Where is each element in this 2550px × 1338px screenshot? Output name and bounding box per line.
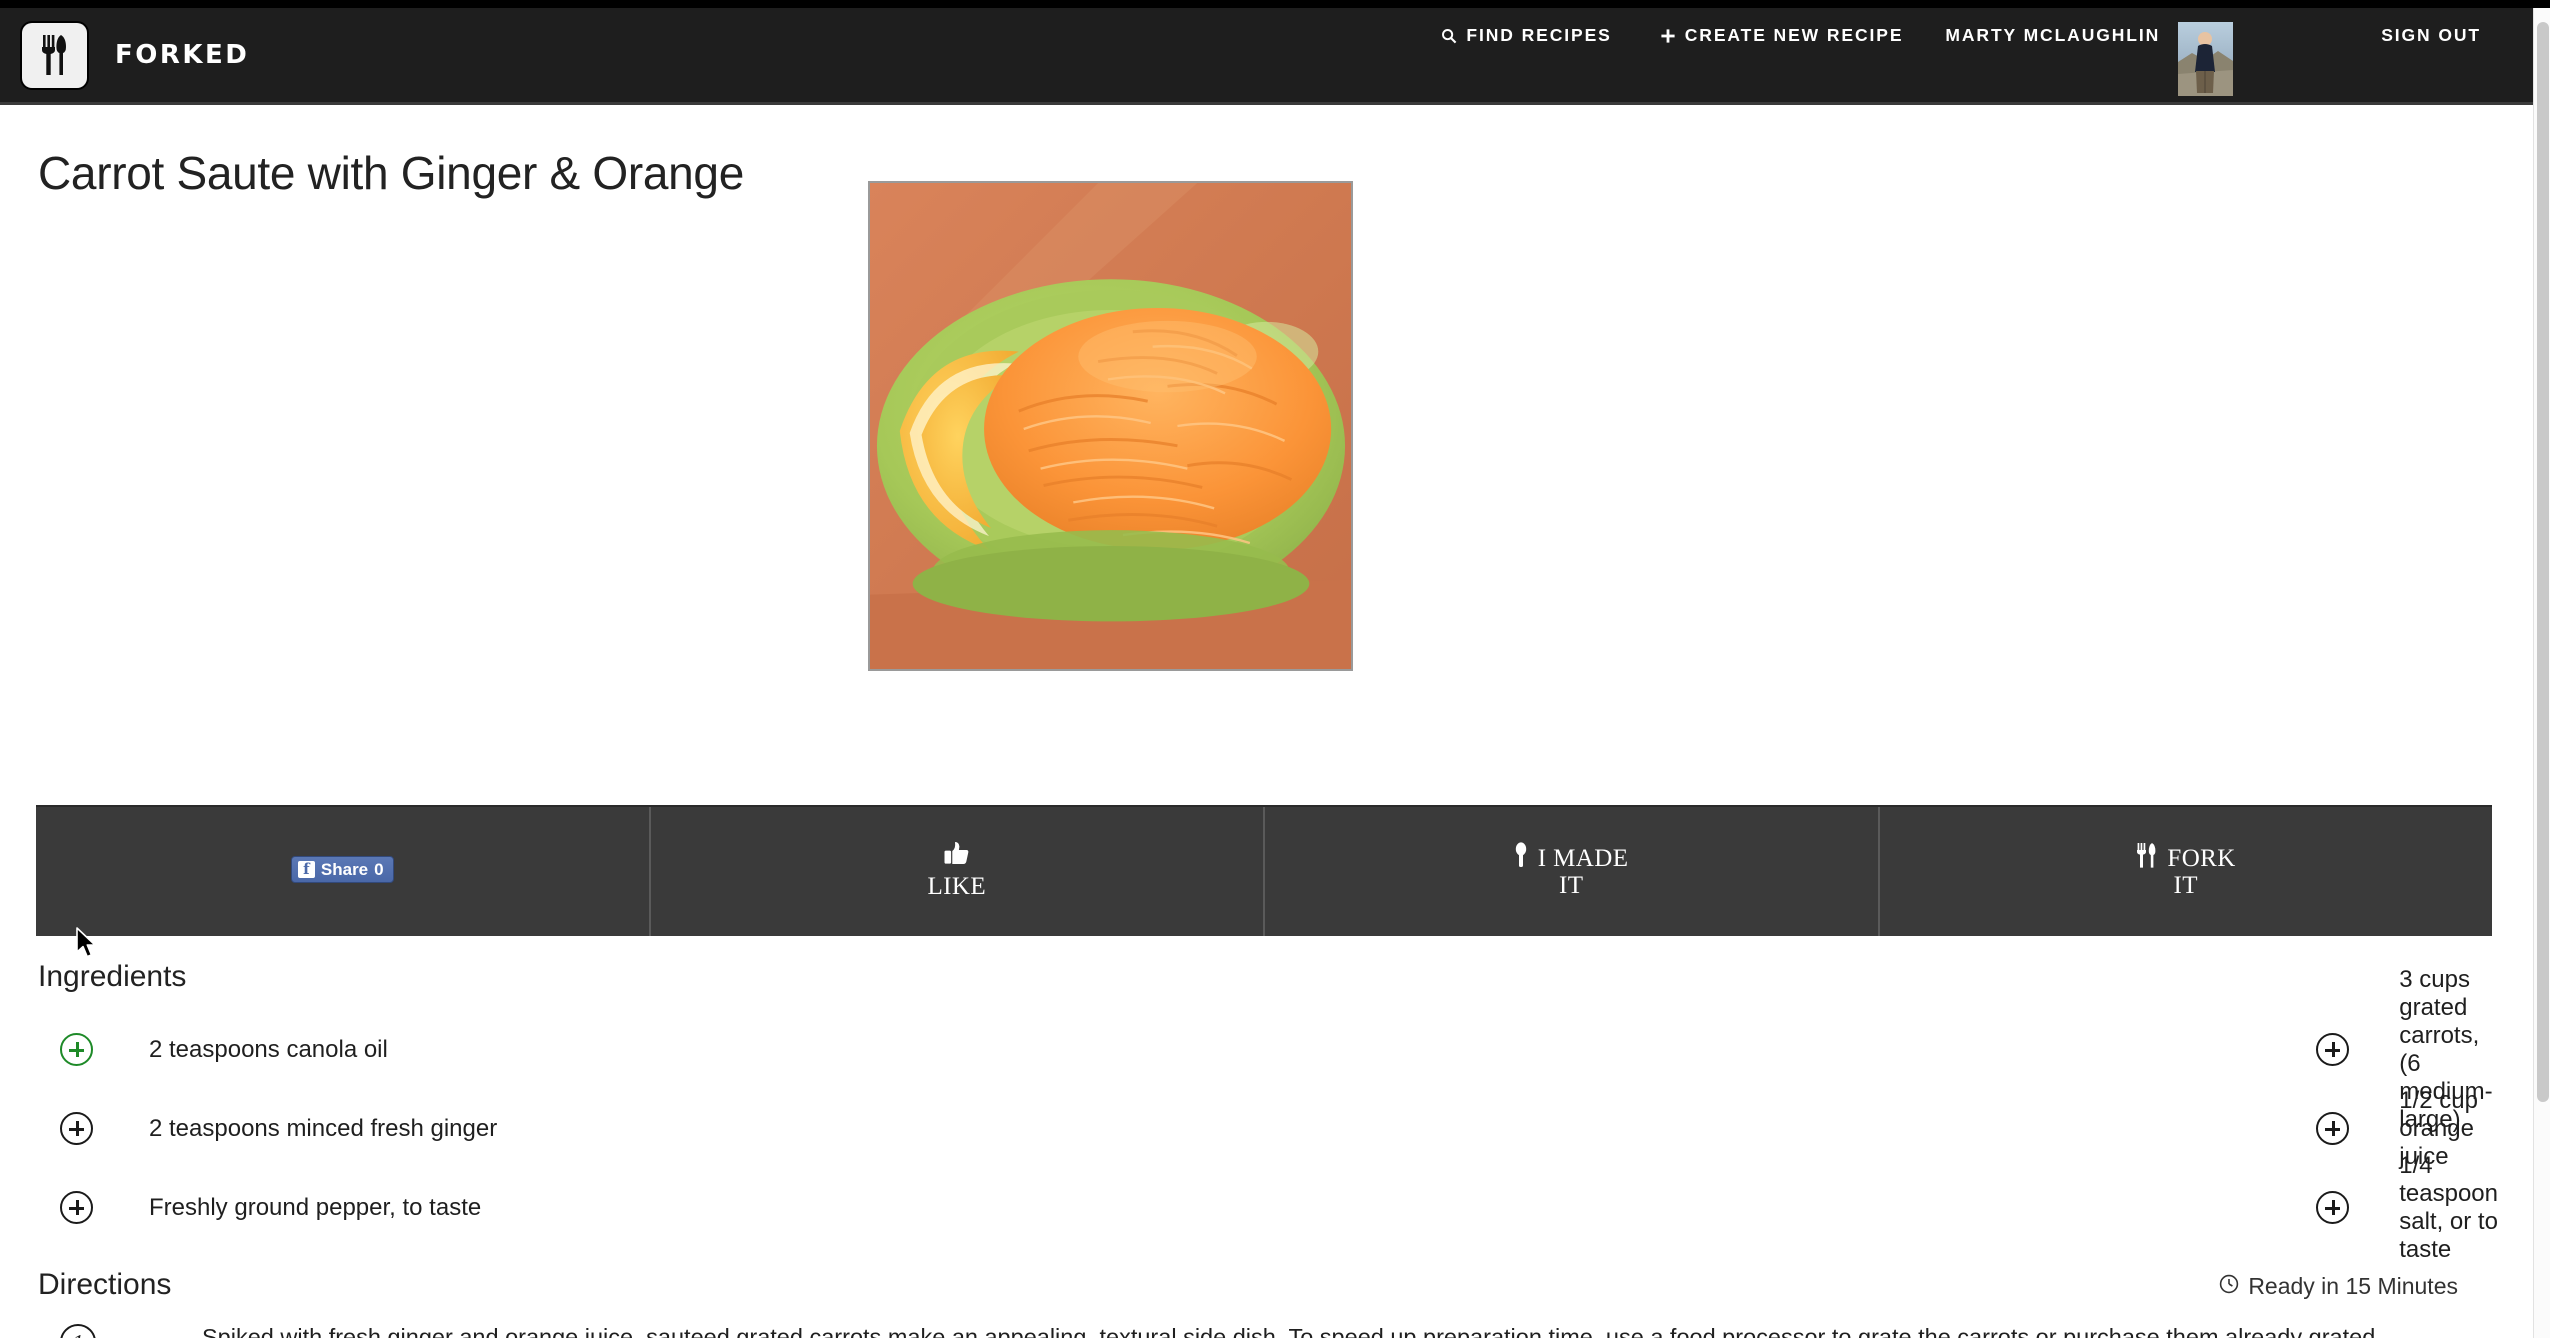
nav-find-recipes[interactable]: FIND RECIPES (1441, 25, 1611, 46)
ingredient-item[interactable]: Freshly ground pepper, to taste (38, 1168, 1049, 1247)
ingredients-column-left: 2 teaspoons canola oil 2 teaspoons mince… (38, 1010, 1049, 1247)
search-icon (1441, 28, 1457, 44)
scrollbar-thumb[interactable] (2537, 22, 2549, 1102)
ingredients-heading: Ingredients (38, 960, 187, 993)
add-ingredient-icon[interactable] (60, 1112, 93, 1145)
like-button[interactable]: LIKE (651, 807, 1265, 936)
ingredient-item[interactable]: 3 cups grated carrots, (6 medium-large) (1049, 966, 2498, 1133)
page-root: FORKED FIND RECIPES CREATE NEW RECIPE MA… (0, 0, 2550, 1338)
main-content: Carrot Saute with Ginger & Orange f Shar… (0, 108, 2533, 1338)
ingredient-text: 2 teaspoons minced fresh ginger (149, 1114, 498, 1142)
ingredients-grid: 2 teaspoons canola oil 2 teaspoons mince… (38, 966, 2498, 1263)
nav-create-new-recipe[interactable]: CREATE NEW RECIPE (1660, 25, 1904, 46)
page-title: Carrot Saute with Ginger & Orange (38, 147, 744, 199)
facebook-icon: f (297, 861, 315, 878)
ingredients-column-right: 3 cups grated carrots, (6 medium-large) … (1049, 966, 2498, 1263)
ingredient-text: Freshly ground pepper, to taste (149, 1193, 482, 1221)
fork-knife-icon (22, 22, 87, 88)
nav-create-new-recipe-label: CREATE NEW RECIPE (1684, 25, 1904, 45)
page-scrollbar[interactable] (2533, 8, 2550, 1338)
step-text: Spiked with fresh ginger and orange juic… (202, 1324, 2382, 1338)
fork-it-button[interactable]: FORK IT (1880, 807, 2493, 936)
sign-out-link[interactable]: SIGN OUT (2381, 25, 2481, 46)
plus-icon (1660, 28, 1676, 44)
recipe-hero: Carrot Saute with Ginger & Orange (0, 108, 2533, 671)
add-ingredient-icon[interactable] (2316, 1112, 2350, 1145)
thumbs-up-icon (944, 841, 970, 870)
browser-top-strip (0, 0, 2550, 8)
i-made-it-label: I MADE IT (1514, 841, 1628, 898)
spoon-icon (1514, 841, 1535, 874)
facebook-share-widget[interactable]: f Share 0 (290, 856, 394, 883)
fork-it-label: FORK IT (2136, 842, 2236, 898)
brand-home-link[interactable]: FORKED (22, 22, 250, 88)
nav-user-name-label: MARTY MCLAUGHLIN (1945, 25, 2161, 45)
ingredient-text: 1/4 teaspoon salt, or to taste (2399, 1151, 2498, 1263)
fork-knife-icon (2136, 842, 2165, 874)
add-ingredient-icon[interactable] (60, 1033, 93, 1066)
like-label: LIKE (927, 872, 987, 900)
brand-name: FORKED (115, 40, 250, 70)
step-number: 1 (60, 1324, 96, 1338)
ingredient-item[interactable]: 2 teaspoons canola oil (38, 1010, 1049, 1089)
directions-section: Directions Ready in 15 Minutes 1 Spiked … (38, 1268, 2498, 1338)
avatar[interactable] (2178, 22, 2234, 96)
nav-user-name[interactable]: MARTY MCLAUGHLIN (1945, 25, 2160, 46)
directions-header-row: Directions Ready in 15 Minutes (38, 1268, 2498, 1302)
facebook-share-button[interactable]: f Share 0 (36, 807, 651, 936)
recipe-photo (868, 181, 1353, 671)
facebook-share-count: 0 (374, 860, 384, 879)
i-made-it-button[interactable]: I MADE IT (1265, 807, 1880, 936)
ingredient-item[interactable]: 1/2 cup orange juice (1049, 1087, 2498, 1170)
sign-out-label: SIGN OUT (2381, 25, 2481, 45)
header-nav: FIND RECIPES CREATE NEW RECIPE MARTY MCL… (1441, 8, 2533, 102)
site-header: FORKED FIND RECIPES CREATE NEW RECIPE MA… (0, 8, 2533, 105)
add-ingredient-icon[interactable] (2316, 1033, 2350, 1066)
ingredient-item[interactable]: 2 teaspoons minced fresh ginger (38, 1089, 1049, 1168)
ingredient-text: 2 teaspoons canola oil (149, 1035, 388, 1063)
facebook-share-label: Share (320, 860, 369, 879)
direction-step: 1 Spiked with fresh ginger and orange ju… (38, 1324, 2498, 1338)
directions-heading: Directions (38, 1268, 172, 1301)
nav-find-recipes-label: FIND RECIPES (1466, 25, 1612, 45)
add-ingredient-icon[interactable] (60, 1191, 93, 1224)
ready-time-label: Ready in 15 Minutes (2248, 1273, 2458, 1299)
add-ingredient-icon[interactable] (2316, 1191, 2350, 1224)
ready-time-badge: Ready in 15 Minutes (2219, 1273, 2458, 1300)
recipe-action-bar: f Share 0 LIKE I MADE IT FORK IT (36, 805, 2492, 936)
ingredients-section: Ingredients 2 teaspoons canola oil 2 tea… (38, 960, 2498, 1263)
clock-icon (2219, 1273, 2239, 1300)
ingredient-item[interactable]: 1/4 teaspoon salt, or to taste (1049, 1152, 2498, 1263)
